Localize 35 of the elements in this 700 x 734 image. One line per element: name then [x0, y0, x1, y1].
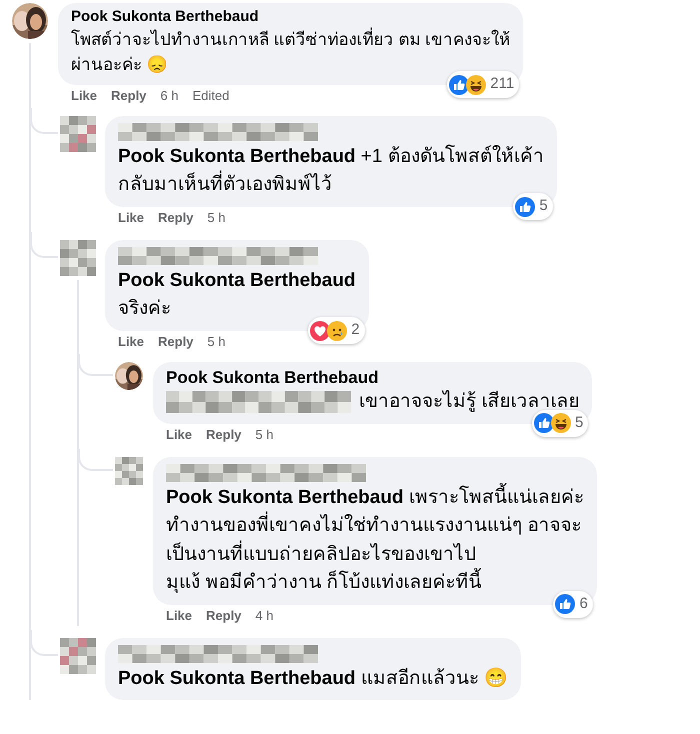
reply-link[interactable]: Reply [158, 210, 194, 226]
comment-text: Pook Sukonta Berthebaud แมสอีกแล้วนะ 😁 [118, 666, 508, 690]
like-icon [555, 594, 576, 614]
reply-link[interactable]: Reply [111, 88, 146, 104]
sad-face-icon [327, 320, 348, 340]
reply-link[interactable]: Reply [206, 608, 242, 624]
reaction-count: 2 [351, 320, 360, 340]
timestamp[interactable]: 5 h [207, 334, 226, 350]
like-icon [449, 74, 470, 94]
timestamp[interactable]: 5 h [255, 426, 274, 442]
reaction-count: 211 [490, 74, 514, 94]
laughing-face-icon [466, 74, 486, 94]
laughing-face-icon [550, 413, 571, 434]
reaction-badge[interactable]: 211 [447, 71, 520, 98]
reaction-badge[interactable]: 6 [553, 591, 593, 618]
timestamp[interactable]: 4 h [255, 608, 274, 624]
reaction-badge[interactable]: 2 [308, 317, 365, 344]
reply-link[interactable]: Reply [206, 426, 242, 442]
like-link[interactable]: Like [118, 210, 144, 226]
reaction-badge[interactable]: 5 [532, 410, 588, 436]
reaction-badge[interactable]: 5 [513, 193, 553, 220]
author-name[interactable]: Pook Sukonta Berthebaud [166, 366, 379, 388]
reply-link[interactable]: Reply [158, 334, 194, 350]
like-icon [515, 196, 536, 216]
timestamp[interactable]: 5 h [207, 210, 226, 226]
timestamp[interactable]: 6 h [160, 88, 178, 104]
like-link[interactable]: Like [166, 608, 192, 624]
like-link[interactable]: Like [118, 334, 144, 350]
like-link[interactable]: Like [166, 426, 192, 442]
reaction-count: 5 [574, 413, 584, 433]
author-name[interactable]: Pook Sukonta Berthebaud [71, 8, 259, 27]
edited-label: Edited [192, 88, 230, 104]
like-icon [534, 413, 554, 434]
like-link[interactable]: Like [71, 88, 98, 104]
reaction-count: 5 [539, 196, 548, 216]
